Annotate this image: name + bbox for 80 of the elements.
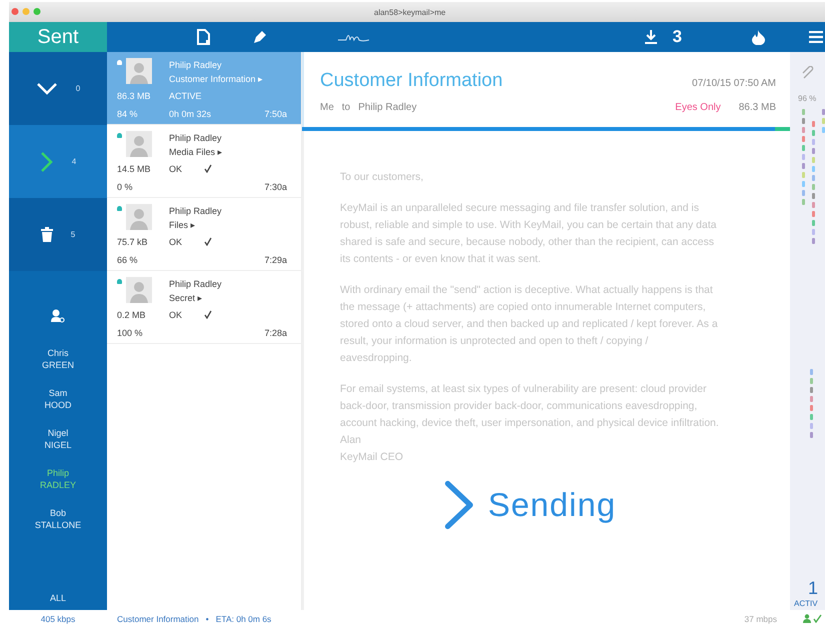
message-subject: Files ▸ (169, 219, 197, 232)
new-document-button[interactable] (197, 29, 211, 45)
avatar-icon (126, 204, 152, 230)
sending-label: Sending (488, 486, 616, 524)
contacts-icon (51, 309, 65, 323)
avatar-icon (126, 131, 152, 157)
trash-icon (40, 227, 53, 242)
message-size: 86.3 MB (117, 90, 152, 104)
chevron-down-icon (36, 82, 58, 96)
flame-button[interactable] (752, 30, 765, 44)
folder-title: Sent (9, 22, 107, 52)
message-percent: 66 % (117, 254, 139, 267)
folder-count: 5 (70, 230, 76, 239)
message-size: 0.2 MB (117, 309, 147, 322)
current-transfer: Customer Information (117, 614, 199, 624)
download-button[interactable] (644, 30, 657, 44)
user-check-icon (803, 614, 823, 623)
message-status: OK (169, 309, 182, 322)
paperclip-icon[interactable] (802, 66, 814, 80)
download-count[interactable]: 3 (672, 27, 682, 47)
message-date: 07/10/15 07:50 AM (692, 78, 776, 89)
sender-label: Me (320, 102, 334, 113)
sender-name: Philip Radley (169, 59, 223, 72)
contact-item[interactable]: Philip RADLEY (9, 459, 107, 499)
message-paragraph: For email systems, at least six types of vulnerability are present: cloud provider back-door, transmission provider back-door, communications eavesdropping, account hacking, device theft, user impersonation, and physical device infiltration. Alan KeyMail CEO (340, 382, 720, 465)
message-time: 7:30a (264, 180, 287, 194)
message-subject: Customer Information ▸ (169, 73, 264, 86)
message-paragraph: With ordinary email the "send" action is deceptive. What actually happens is that the message (+ attachments) are copied onto innumerable Internet computers, stored onto a cloud server, and then backed up and replicated / kept forever. As a result, your information is unprotected and open to theft / copying / eavesdropping. (340, 283, 719, 366)
lock-icon (117, 133, 122, 138)
message-title: Customer Information (320, 70, 504, 92)
message-subject: Secret ▸ (169, 292, 204, 305)
separator-dot: • (206, 614, 209, 624)
sender-name: Philip Radley (169, 132, 223, 145)
message-status: ACTIVE (169, 90, 202, 104)
contact-item[interactable]: Nigel NIGEL (9, 419, 107, 459)
folder-count: 0 (76, 84, 80, 93)
contact-item[interactable]: Sam HOOD (9, 379, 107, 419)
message-percent: 84 % (117, 108, 139, 121)
upload-speed: 37 mbps (744, 614, 777, 624)
menu-button[interactable] (809, 31, 823, 43)
message-paragraph: KeyMail is an unparalleled secure messaging and file transfer solution, and is robust, reliable and simple to use. With KeyMail, you can be certain that any data shared is safe and secure, because nobody, other than the recipient, can access its contents - or even know that it was sent. (340, 201, 718, 267)
lock-icon (117, 60, 122, 65)
folder-button[interactable]: 0 (9, 52, 107, 125)
message-eta: 0h 0m 32s (169, 108, 212, 121)
avatar-icon (126, 277, 152, 303)
folder-button[interactable]: 4 (9, 125, 107, 198)
avatar-icon (126, 58, 152, 84)
chevron-right-icon (444, 480, 474, 530)
pen-button[interactable] (253, 30, 267, 44)
message-size: 14.5 MB (117, 163, 152, 176)
folder-count: 4 (72, 157, 76, 166)
active-label: ACTIV (794, 599, 818, 608)
sender-name: Philip Radley (169, 205, 223, 218)
to-label: to (342, 102, 350, 113)
message-time: 7:50a (264, 108, 287, 121)
lock-icon (117, 279, 122, 284)
lock-icon (117, 206, 122, 211)
download-speed: 405 kbps (40, 614, 76, 624)
message-time: 7:29a (264, 254, 287, 267)
recipient-name: Philip Radley (358, 102, 418, 113)
sender-name: Philip Radley (169, 278, 223, 291)
message-status: OK (169, 236, 182, 250)
progress-percent: 96 % (798, 94, 816, 103)
message-status: OK (169, 163, 182, 176)
message-size: 86.3 MB (738, 102, 776, 113)
chevron-right-icon (40, 150, 54, 172)
all-contacts-button[interactable]: ALL (9, 592, 107, 604)
message-subject: Media Files ▸ (169, 146, 224, 159)
message-time: 7:28a (264, 326, 287, 340)
contact-item[interactable]: Chris GREEN (9, 339, 107, 379)
message-paragraph: To our customers, (340, 170, 424, 185)
folder-button[interactable]: 5 (9, 198, 107, 271)
contact-item[interactable]: Bob STALLONE (9, 499, 107, 539)
message-percent: 0 % (117, 180, 134, 194)
message-percent: 100 % (117, 326, 144, 340)
security-label: Eyes Only (675, 102, 721, 113)
window-title: alan58>keymail>me (374, 8, 446, 16)
message-size: 75.7 kB (117, 236, 149, 250)
active-count: 1 (808, 578, 818, 599)
transfer-eta: ETA: 0h 0m 6s (216, 614, 272, 624)
